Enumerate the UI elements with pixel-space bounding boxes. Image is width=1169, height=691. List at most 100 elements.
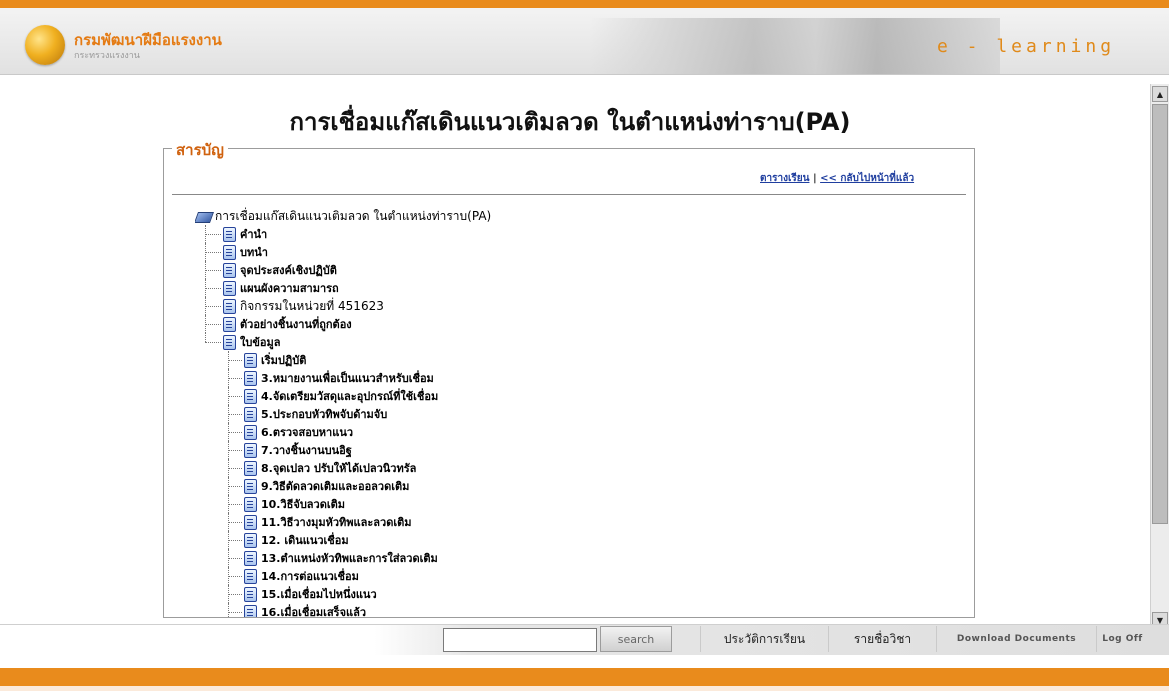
tree-connector (228, 603, 229, 617)
download-documents-button[interactable]: Download Documents (936, 626, 1096, 652)
page-icon (223, 226, 236, 242)
page-icon (223, 316, 236, 332)
subjects-button[interactable]: รายชื่อวิชา (828, 626, 936, 652)
page-icon (244, 406, 257, 422)
tree-connector (205, 333, 206, 342)
link-separator: | (812, 173, 817, 184)
page-icon (223, 280, 236, 296)
page-icon (244, 496, 257, 512)
tree-subitem[interactable]: 10.วิธีจับลวดเติม (195, 495, 895, 513)
tree-root-label: การเชื่อมแก๊สเดินแนวเติมลวด ในตำแหน่งท่า… (215, 208, 492, 223)
tree-connector (205, 324, 221, 325)
scroll-up-arrow-icon[interactable]: ▲ (1152, 86, 1168, 102)
tree-connector (228, 468, 242, 469)
tree-subitem-label: 3.หมายงานเพื่อเป็นแนวสำหรับเชื่อม (261, 372, 434, 385)
tree-item-label: ใบข้อมูล (240, 336, 281, 349)
book-icon (195, 210, 211, 223)
tree-subitem-label: 10.วิธีจับลวดเติม (261, 498, 346, 511)
search-input[interactable] (443, 628, 597, 652)
page-title: การเชื่อมแก๊สเดินแนวเติมลวด ในตำแหน่งท่า… (289, 108, 851, 136)
tree-subitem[interactable]: 5.ประกอบหัวทิพจับด้ามจับ (195, 405, 895, 423)
tree-subitem-label: 15.เมื่อเชื่อมไปหนึ่งแนว (261, 588, 377, 601)
tree-connector (205, 288, 221, 289)
tree-subitem-label: 7.วางชิ้นงานบนอิฐ (261, 444, 352, 457)
tree-connector (228, 414, 242, 415)
tree-subitem[interactable]: 6.ตรวจสอบหาแนว (195, 423, 895, 441)
top-orange-border (0, 0, 1169, 8)
tree-subitem[interactable]: 4.จัดเตรียมวัสดุและอุปกรณ์ที่ใช้เชื่อม (195, 387, 895, 405)
toc-legend: สารบัญ (172, 138, 228, 162)
page-icon (223, 334, 236, 350)
tree-root[interactable]: การเชื่อมแก๊สเดินแนวเติมลวด ในตำแหน่งท่า… (195, 207, 895, 225)
tree-subitem[interactable]: 14.การต่อแนวเชื่อม (195, 567, 895, 585)
tree-subitem-label: 9.วิธีตัดลวดเติมและออลวดเติม (261, 480, 410, 493)
page-icon (244, 514, 257, 530)
tree-connector (228, 594, 242, 595)
tree-item[interactable]: คำนำ (195, 225, 895, 243)
tree-connector (228, 360, 242, 361)
page-icon (244, 586, 257, 602)
tree-subitem[interactable]: 8.จุดเปลว ปรับให้ได้เปลวนิวทรัล (195, 459, 895, 477)
logo-globe-icon (25, 25, 65, 65)
tree-item-label: แผนผังความสามารถ (240, 282, 339, 295)
page-icon (244, 388, 257, 404)
tree-subitem-label: 16.เมื่อเชื่อมเสร็จแล้ว (261, 606, 367, 617)
page-icon (223, 298, 236, 314)
tree-item[interactable]: แผนผังความสามารถ (195, 279, 895, 297)
toc-tree: การเชื่อมแก๊สเดินแนวเติมลวด ในตำแหน่งท่า… (195, 207, 895, 617)
tree-subitem-label: 13.ตำแหน่งหัวทิพและการใส่ลวดเติม (261, 552, 438, 565)
tree-connector (228, 612, 242, 613)
log-off-button[interactable]: Log Off (1096, 626, 1148, 652)
tree-connector (228, 504, 242, 505)
tree-connector (228, 576, 242, 577)
tree-subitem[interactable]: 13.ตำแหน่งหัวทิพและการใส่ลวดเติม (195, 549, 895, 567)
page-icon (223, 244, 236, 260)
tree-item-label: จุดประสงค์เชิงปฏิบัติ (240, 264, 337, 277)
banner-elearning-text: e - learning (937, 36, 1116, 57)
tree-item[interactable]: จุดประสงค์เชิงปฏิบัติ (195, 261, 895, 279)
tree-item[interactable]: ตัวอย่างชิ้นงานที่ถูกต้อง (195, 315, 895, 333)
scroll-thumb[interactable] (1152, 104, 1168, 524)
page-icon (244, 568, 257, 584)
search-button[interactable]: search (600, 626, 672, 652)
tree-subitem[interactable]: 7.วางชิ้นงานบนอิฐ (195, 441, 895, 459)
page-icon (244, 604, 257, 617)
tree-subitem-label: 11.วิธีวางมุมหัวทิพและลวดเติม (261, 516, 412, 529)
tree-connector (228, 378, 242, 379)
tree-subitem[interactable]: เริ่มปฏิบัติ (195, 351, 895, 369)
tree-connector (228, 396, 242, 397)
tree-subitem-label: 4.จัดเตรียมวัสดุและอุปกรณ์ที่ใช้เชื่อม (261, 390, 439, 403)
back-link[interactable]: << กลับไปหน้าที่แล้ว (820, 173, 914, 184)
tree-item-label: กิจกรรมในหน่วยที่ 451623 (240, 298, 384, 313)
tree-connector (228, 486, 242, 487)
tree-connector (205, 252, 221, 253)
tree-subitem[interactable]: 12. เดินแนวเชื่อม (195, 531, 895, 549)
tree-subitem-label: 8.จุดเปลว ปรับให้ได้เปลวนิวทรัล (261, 462, 417, 475)
page-icon (244, 370, 257, 386)
tree-item[interactable]: บทนำ (195, 243, 895, 261)
page-icon (223, 262, 236, 278)
history-button[interactable]: ประวัติการเรียน (700, 626, 828, 652)
tree-subitem[interactable]: 16.เมื่อเชื่อมเสร็จแล้ว (195, 603, 895, 617)
site-header: กรมพัฒนาฝีมือแรงงาน กระทรวงแรงงาน e - le… (0, 8, 1169, 75)
tree-item[interactable]: ใบข้อมูล (195, 333, 895, 351)
tree-item-label: คำนำ (240, 228, 268, 241)
tree-connector (228, 432, 242, 433)
tree-item[interactable]: กิจกรรมในหน่วยที่ 451623 (195, 297, 895, 315)
tree-subitem[interactable]: 3.หมายงานเพื่อเป็นแนวสำหรับเชื่อม (195, 369, 895, 387)
tree-connector (228, 540, 242, 541)
tree-connector (228, 522, 242, 523)
schedule-link[interactable]: ตารางเรียน (760, 173, 809, 184)
tree-subitem[interactable]: 9.วิธีตัดลวดเติมและออลวดเติม (195, 477, 895, 495)
tree-connector (228, 450, 242, 451)
bottom-orange-stripe (0, 668, 1169, 686)
tree-connector (205, 342, 221, 343)
tree-connector (205, 270, 221, 271)
vertical-scrollbar[interactable]: ▲ ▼ (1150, 84, 1169, 630)
toc-links: ตารางเรียน | << กลับไปหน้าที่แล้ว (760, 171, 914, 186)
tree-subitem[interactable]: 11.วิธีวางมุมหัวทิพและลวดเติม (195, 513, 895, 531)
tree-subitem[interactable]: 15.เมื่อเชื่อมไปหนึ่งแนว (195, 585, 895, 603)
tree-connector (205, 306, 221, 307)
tree-subitem-label: 5.ประกอบหัวทิพจับด้ามจับ (261, 408, 388, 421)
page-icon (244, 550, 257, 566)
